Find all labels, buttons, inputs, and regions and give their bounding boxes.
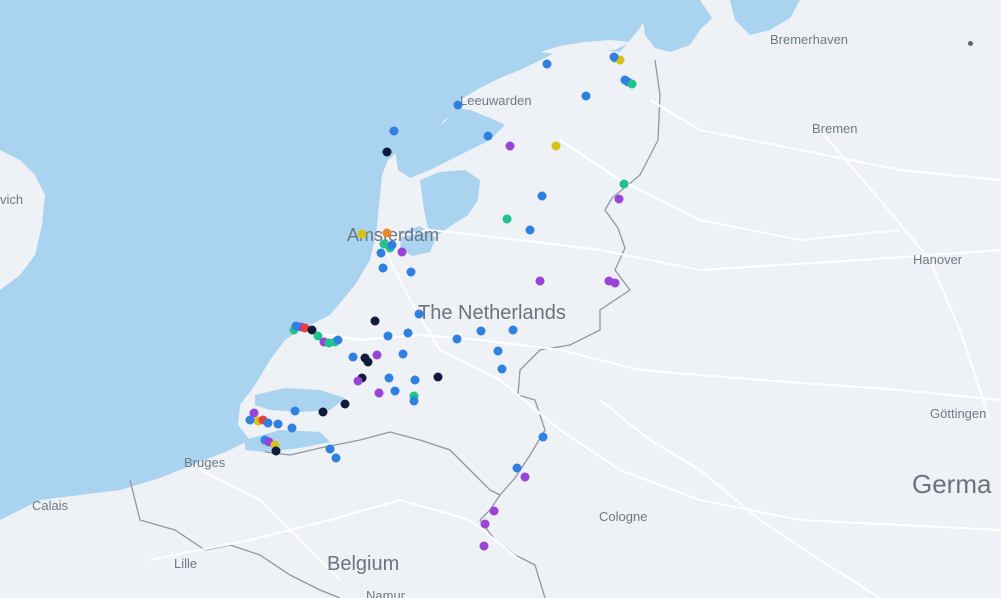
map-marker-blue[interactable] [387,240,397,250]
label-belgium: Belgium [327,553,400,575]
map-marker-blue[interactable] [453,100,463,110]
map-marker-purple[interactable] [397,247,407,257]
map-marker-blue[interactable] [398,349,408,359]
label-cologne: Cologne [599,509,648,524]
label-gottingen: Göttingen [930,406,987,421]
map-marker-navy[interactable] [370,316,380,326]
map-marker-purple[interactable] [353,376,363,386]
map-marker-purple[interactable] [372,350,382,360]
map-marker-blue[interactable] [273,419,283,429]
map-marker-blue[interactable] [331,453,341,463]
map-marker-navy[interactable] [271,446,281,456]
label-the-netherlands: The Netherlands [418,302,566,324]
map-marker-navy[interactable] [433,372,443,382]
map-marker-blue[interactable] [414,309,424,319]
map-marker-blue[interactable] [291,321,301,331]
map-marker-purple[interactable] [610,278,620,288]
map-marker-blue[interactable] [376,248,386,258]
map-marker-blue[interactable] [384,373,394,383]
map-marker-yellow[interactable] [357,229,367,239]
map-marker-navy[interactable] [340,399,350,409]
map-marker-yellow[interactable] [551,141,561,151]
base-map [0,0,1001,598]
map-marker-blue[interactable] [287,423,297,433]
map-marker-blue[interactable] [542,59,552,69]
map-marker-blue[interactable] [538,432,548,442]
map-marker-blue[interactable] [512,463,522,473]
map-marker-navy[interactable] [363,357,373,367]
map-marker-blue[interactable] [390,386,400,396]
map-marker-blue[interactable] [410,375,420,385]
map-marker-blue[interactable] [245,415,255,425]
label-bruges: Bruges [184,455,226,470]
label-bremerhaven: Bremerhaven [770,32,849,47]
poi-dot [968,41,973,46]
map-marker-orange[interactable] [382,228,392,238]
map-marker-purple[interactable] [505,141,515,151]
map-marker-blue[interactable] [403,328,413,338]
map-marker-blue[interactable] [609,52,619,62]
label-bremen: Bremen [812,121,858,136]
map-marker-blue[interactable] [263,418,273,428]
map-marker-blue[interactable] [497,364,507,374]
label-calais: Calais [32,498,69,513]
map-marker-blue[interactable] [537,191,547,201]
map-marker-purple[interactable] [480,519,490,529]
map-marker-purple[interactable] [614,194,624,204]
map-canvas[interactable]: Bremerhaven Leeuwarden Bremen vich Amste… [0,0,1001,598]
map-marker-purple[interactable] [374,388,384,398]
map-marker-blue[interactable] [483,131,493,141]
map-marker-blue[interactable] [525,225,535,235]
map-marker-blue[interactable] [620,75,630,85]
map-marker-blue[interactable] [348,352,358,362]
map-marker-blue[interactable] [378,263,388,273]
map-marker-purple[interactable] [535,276,545,286]
map-marker-blue[interactable] [389,126,399,136]
map-marker-blue[interactable] [406,267,416,277]
map-marker-purple[interactable] [479,541,489,551]
map-marker-blue[interactable] [452,334,462,344]
map-marker-blue[interactable] [333,335,343,345]
map-marker-blue[interactable] [325,444,335,454]
map-marker-green[interactable] [619,179,629,189]
map-marker-navy[interactable] [382,147,392,157]
label-lille: Lille [174,556,198,571]
map-marker-blue[interactable] [493,346,503,356]
map-marker-blue[interactable] [581,91,591,101]
map-marker-blue[interactable] [409,396,419,406]
label-germany-partial: Germa [912,469,992,499]
map-marker-purple[interactable] [489,506,499,516]
label-namur-partial: Namur [366,588,406,598]
map-marker-blue[interactable] [508,325,518,335]
label-hanover: Hanover [913,252,963,267]
map-marker-blue[interactable] [290,406,300,416]
map-marker-navy[interactable] [318,407,328,417]
label-ipswich-partial: vich [0,192,24,207]
map-marker-blue[interactable] [476,326,486,336]
map-marker-purple[interactable] [520,472,530,482]
map-marker-green[interactable] [502,214,512,224]
label-leeuwarden: Leeuwarden [460,93,532,108]
map-marker-blue[interactable] [383,331,393,341]
